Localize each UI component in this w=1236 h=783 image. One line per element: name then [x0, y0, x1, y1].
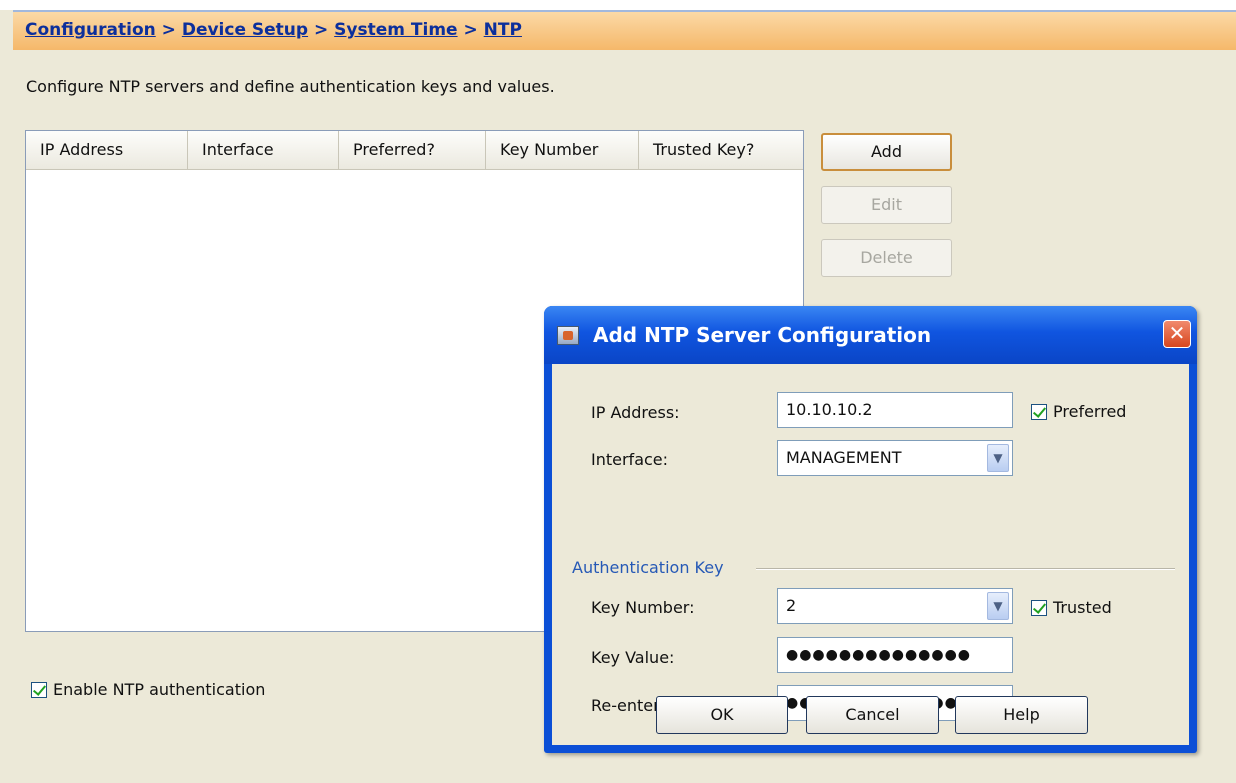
authentication-key-section-label: Authentication Key [572, 558, 724, 577]
enable-ntp-authentication[interactable]: Enable NTP authentication [31, 679, 265, 699]
breadcrumb: Configuration > Device Setup > System Ti… [25, 20, 522, 40]
breadcrumb-separator: > [314, 20, 329, 40]
breadcrumb-system-time[interactable]: System Time [334, 20, 457, 40]
preferred-label: Preferred [1053, 402, 1127, 421]
page-description: Configure NTP servers and define authent… [26, 77, 555, 96]
breadcrumb-ntp[interactable]: NTP [484, 20, 522, 40]
chevron-down-icon[interactable]: ▼ [987, 444, 1009, 472]
key-number-selected-value: 2 [786, 596, 797, 615]
column-header-preferred[interactable]: Preferred? [339, 131, 486, 169]
checkmark-icon [1032, 403, 1047, 418]
enable-ntp-authentication-checkbox[interactable] [31, 681, 47, 698]
edit-button[interactable]: Edit [821, 186, 952, 224]
interface-label: Interface: [591, 450, 669, 469]
dialog-body: IP Address: 10.10.10.2 Preferred Interfa… [552, 364, 1189, 745]
key-value-label: Key Value: [591, 648, 675, 667]
add-button[interactable]: Add [821, 133, 952, 171]
delete-button[interactable]: Delete [821, 239, 952, 277]
help-button[interactable]: Help [955, 696, 1088, 734]
trusted-label: Trusted [1053, 598, 1112, 617]
key-number-label: Key Number: [591, 598, 695, 617]
add-ntp-server-dialog: Add NTP Server Configuration ✕ IP Addres… [544, 306, 1197, 753]
enable-ntp-authentication-label: Enable NTP authentication [53, 680, 266, 699]
table-header: IP Address Interface Preferred? Key Numb… [26, 131, 803, 170]
app-icon [557, 326, 579, 345]
section-divider [756, 568, 1175, 570]
dialog-title: Add NTP Server Configuration [593, 323, 932, 347]
breadcrumb-separator: > [463, 20, 478, 40]
ip-address-label: IP Address: [591, 403, 680, 422]
checkmark-icon [1032, 599, 1047, 614]
breadcrumb-separator: > [161, 20, 176, 40]
ip-address-field[interactable]: 10.10.10.2 [777, 392, 1013, 428]
interface-selected-value: MANAGEMENT [786, 448, 902, 467]
chevron-down-icon[interactable]: ▼ [987, 592, 1009, 620]
checkmark-icon [32, 681, 47, 696]
column-header-interface[interactable]: Interface [188, 131, 339, 169]
interface-select[interactable]: MANAGEMENT ▼ [777, 440, 1013, 476]
column-header-key-number[interactable]: Key Number [486, 131, 639, 169]
dialog-titlebar[interactable]: Add NTP Server Configuration ✕ [544, 306, 1197, 364]
preferred-checkbox-group[interactable]: Preferred [1031, 401, 1126, 421]
trusted-checkbox-group[interactable]: Trusted [1031, 597, 1112, 617]
ok-button[interactable]: OK [656, 696, 788, 734]
key-value-field[interactable]: ●●●●●●●●●●●●●● [777, 637, 1013, 673]
cancel-button[interactable]: Cancel [806, 696, 939, 734]
breadcrumb-configuration[interactable]: Configuration [25, 20, 156, 40]
column-header-trusted-key[interactable]: Trusted Key? [639, 131, 803, 169]
breadcrumb-bar: Configuration > Device Setup > System Ti… [13, 10, 1236, 50]
preferred-checkbox[interactable] [1031, 403, 1047, 420]
breadcrumb-device-setup[interactable]: Device Setup [182, 20, 308, 40]
key-number-select[interactable]: 2 ▼ [777, 588, 1013, 624]
column-header-ip-address[interactable]: IP Address [26, 131, 188, 169]
trusted-checkbox[interactable] [1031, 599, 1047, 616]
close-button[interactable]: ✕ [1163, 320, 1191, 348]
